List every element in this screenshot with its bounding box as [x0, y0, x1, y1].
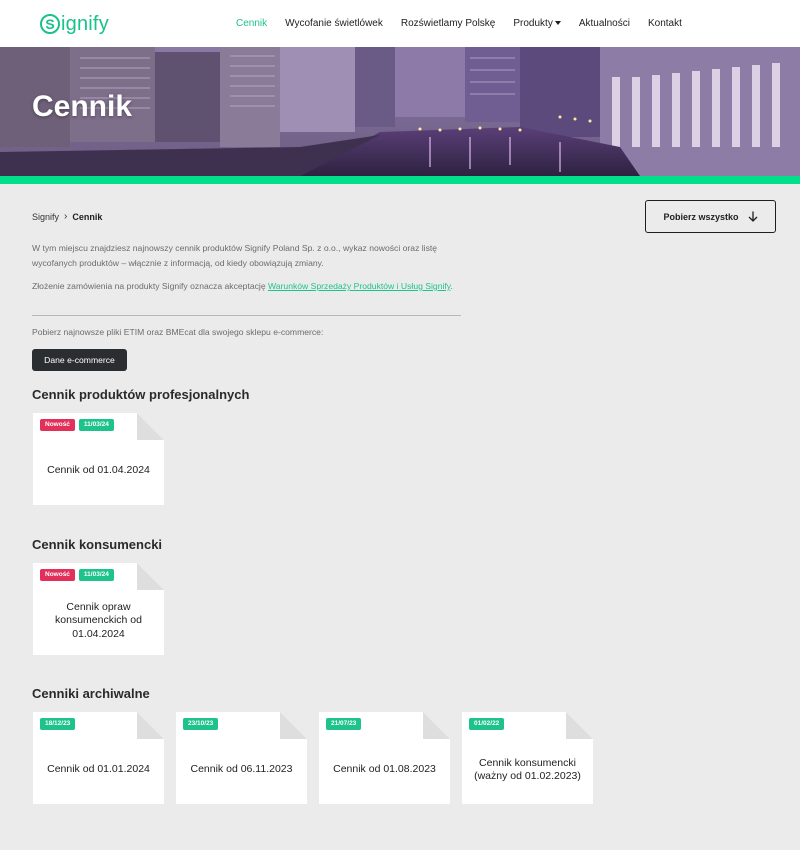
page-fold-icon: [423, 712, 450, 739]
price-list-card[interactable]: Nowość 11/03/24 Cennik od 01.04.2024: [33, 413, 164, 505]
section-title-professional: Cennik produktów profesjonalnych: [32, 387, 250, 402]
section-title-archive: Cenniki archiwalne: [32, 686, 150, 701]
breadcrumb: Signify › Cennik: [32, 211, 102, 222]
date-badge: 23/10/23: [183, 718, 219, 730]
card-label: Cennik od 06.11.2023: [190, 763, 293, 776]
download-all-button[interactable]: Pobierz wszystko: [645, 200, 776, 233]
date-badge: 21/07/23: [326, 718, 362, 730]
date-badge: 01/02/22: [469, 718, 505, 730]
card-label: Cennik od 01.01.2024: [47, 763, 150, 776]
terms-link[interactable]: Warunków Sprzedaży Produktów i Usług Sig…: [268, 281, 450, 291]
page-fold-icon: [566, 712, 593, 739]
terms-suffix: .: [450, 281, 453, 291]
page-fold-icon: [137, 563, 164, 590]
hero-accent-bar: [0, 176, 800, 184]
date-badge: 11/03/24: [78, 419, 114, 431]
archive-card[interactable]: 01/02/22 Cennik konsumencki (ważny od 01…: [462, 712, 593, 804]
new-badge: Nowość: [40, 419, 75, 431]
breadcrumb-current: Cennik: [72, 211, 103, 222]
page-fold-icon: [137, 413, 164, 440]
page-fold-icon: [137, 712, 164, 739]
breadcrumb-home[interactable]: Signify: [32, 212, 59, 222]
logo-wordmark: ignify: [61, 12, 109, 35]
site-header: S ignify Cennik Wycofanie świetlówek Roz…: [0, 0, 800, 47]
terms-text: Złożenie zamówienia na produkty Signify …: [32, 280, 462, 293]
download-all-label: Pobierz wszystko: [663, 211, 739, 222]
nav-item-wycofanie[interactable]: Wycofanie świetlówek: [285, 18, 383, 29]
date-badge: 11/03/24: [78, 569, 114, 581]
price-list-card[interactable]: Nowość 11/03/24 Cennik opraw konsumencki…: [33, 563, 164, 655]
nav-item-cennik[interactable]: Cennik: [236, 18, 267, 29]
new-badge: Nowość: [40, 569, 75, 581]
card-label: Cennik od 01.04.2024: [47, 464, 150, 477]
nav-item-kontakt[interactable]: Kontakt: [648, 18, 682, 29]
archive-card[interactable]: 18/12/23 Cennik od 01.01.2024: [33, 712, 164, 804]
date-badge: 18/12/23: [40, 718, 76, 730]
etim-text: Pobierz najnowsze pliki ETIM oraz BMEcat…: [32, 327, 324, 337]
nav-item-rozswietlamy[interactable]: Rozświetlamy Polskę: [401, 18, 495, 29]
card-label: Cennik opraw konsumenckich od 01.04.2024: [55, 600, 142, 640]
divider: [32, 315, 461, 316]
signify-logo[interactable]: S ignify: [40, 12, 109, 36]
page-fold-icon: [280, 712, 307, 739]
main-nav: Cennik Wycofanie świetlówek Rozświetlamy…: [236, 0, 700, 47]
chevron-right-icon: ›: [64, 211, 68, 222]
logo-s-mark: S: [40, 14, 60, 34]
nav-item-produkty[interactable]: Produkty: [513, 18, 561, 29]
intro-text: W tym miejscu znajdziesz najnowszy cenni…: [32, 243, 438, 268]
section-title-consumer: Cennik konsumencki: [32, 537, 163, 552]
card-label: Cennik konsumencki (ważny od 01.02.2023): [474, 756, 581, 783]
nav-item-aktualnosci[interactable]: Aktualności: [579, 18, 630, 29]
archive-card[interactable]: 21/07/23 Cennik od 01.08.2023: [319, 712, 450, 804]
nav-item-produkty-label: Produkty: [513, 18, 553, 29]
arrow-down-icon: [748, 211, 757, 222]
card-label: Cennik od 01.08.2023: [333, 763, 436, 776]
ecommerce-data-button[interactable]: Dane e-commerce: [32, 349, 127, 371]
caret-down-icon: [554, 21, 561, 26]
hero-banner: Cennik: [0, 47, 800, 176]
page-title: Cennik: [32, 90, 133, 123]
terms-prefix: Złożenie zamówienia na produkty Signify …: [32, 281, 268, 291]
archive-card[interactable]: 23/10/23 Cennik od 06.11.2023: [176, 712, 307, 804]
